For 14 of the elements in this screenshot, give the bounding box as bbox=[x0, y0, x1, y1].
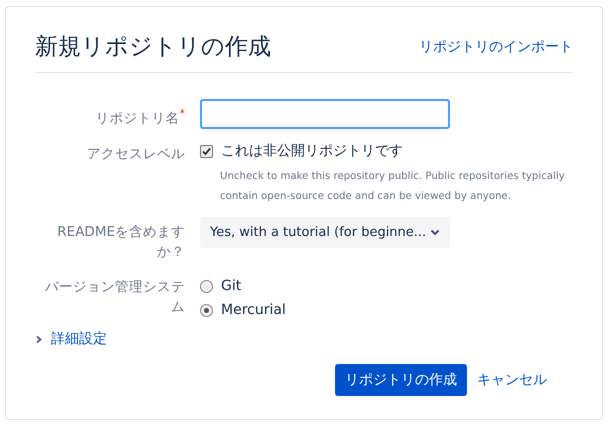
field-label: アクセスレベル bbox=[86, 145, 185, 164]
advanced-settings-link[interactable]: 詳細設定 bbox=[51, 330, 107, 348]
cancel-link[interactable]: キャンセル bbox=[477, 371, 547, 389]
checkbox-label: これは非公開リポジトリです bbox=[221, 142, 403, 160]
radio-label: Mercurial bbox=[221, 302, 286, 318]
page-title: 新規リポジトリの作成 bbox=[35, 33, 271, 62]
import-link[interactable]: リポジトリのインポート bbox=[419, 38, 573, 56]
readme-select[interactable]: Yes, with a tutorial (for beginne... bbox=[200, 217, 450, 248]
field-label: READMEを含めますか？ bbox=[56, 223, 185, 262]
field-label: バージョン管理システム bbox=[44, 278, 185, 317]
help-text: Uncheck to make this repository public. Public repositories typically contain open-source code and can be viewed by anyone. bbox=[220, 170, 566, 204]
field-label: リポジトリ名$^{*}$ bbox=[94, 106, 185, 128]
radio-label: Git bbox=[221, 278, 242, 294]
create-button[interactable]: リポジトリの作成 bbox=[335, 364, 467, 396]
